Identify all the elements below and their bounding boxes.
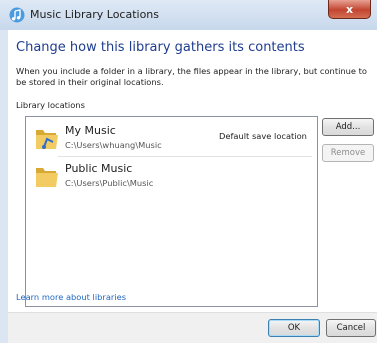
- location-path: C:\Users\whuang\Music: [65, 140, 162, 150]
- location-row-my-music[interactable]: My Music C:\Users\whuang\Music Default s…: [26, 120, 317, 158]
- page-title: Change how this library gathers its cont…: [16, 40, 305, 55]
- learn-more-link[interactable]: Learn more about libraries: [16, 292, 126, 302]
- dialog-window: Music Library Locations x Change how thi…: [0, 0, 377, 343]
- music-note-icon: [9, 7, 25, 23]
- location-name: My Music: [65, 124, 116, 137]
- dialog-footer: OK Cancel: [8, 312, 377, 343]
- remove-button[interactable]: Remove: [322, 144, 374, 162]
- window-title: Music Library Locations: [30, 8, 160, 21]
- location-path: C:\Users\Public\Music: [65, 178, 154, 188]
- description-text: When you include a folder in a library, …: [16, 66, 367, 87]
- library-locations-list[interactable]: My Music C:\Users\whuang\Music Default s…: [25, 116, 318, 307]
- dialog-body: Change how this library gathers its cont…: [8, 30, 377, 343]
- add-button[interactable]: Add...: [322, 118, 374, 136]
- music-folder-icon: [36, 130, 58, 149]
- ok-button[interactable]: OK: [268, 319, 320, 337]
- title-bar[interactable]: Music Library Locations x: [0, 0, 377, 30]
- row-divider: [58, 156, 312, 157]
- cancel-button[interactable]: Cancel: [326, 319, 376, 337]
- close-icon: x: [345, 2, 354, 16]
- default-save-location-badge: Default save location: [219, 131, 307, 141]
- location-row-public-music[interactable]: Public Music C:\Users\Public\Music: [26, 158, 317, 196]
- location-name: Public Music: [65, 162, 133, 175]
- folder-icon: [36, 168, 58, 187]
- close-button[interactable]: x: [328, 0, 371, 19]
- library-locations-label: Library locations: [16, 100, 85, 110]
